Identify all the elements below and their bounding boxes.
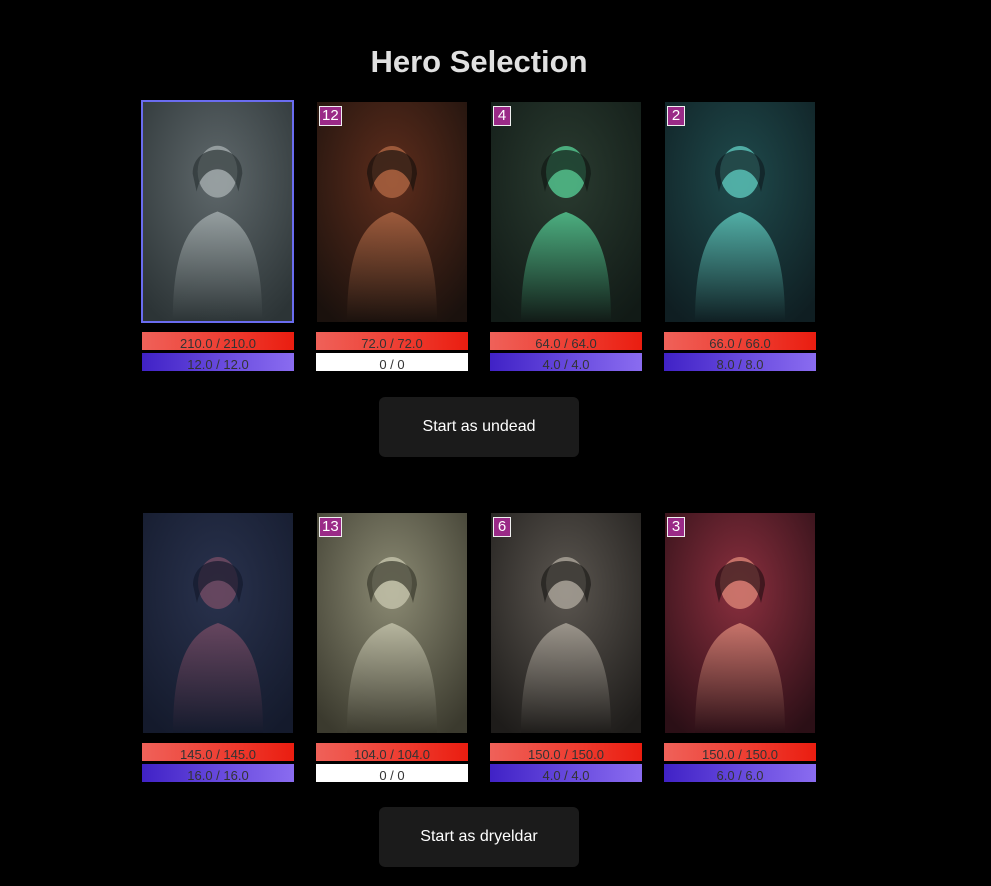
level-badge: 3 bbox=[667, 517, 685, 537]
start-as-dryeldar-button[interactable]: Start as dryeldar bbox=[379, 807, 579, 867]
mana-bar: 12.0 / 12.0 bbox=[142, 353, 294, 371]
hero-portrait[interactable] bbox=[142, 512, 294, 734]
page-title: Hero Selection bbox=[370, 44, 588, 79]
level-badge: 2 bbox=[667, 106, 685, 126]
mana-bar: 0 / 0 bbox=[316, 353, 468, 371]
hero-artwork bbox=[143, 513, 293, 733]
hero-portrait[interactable]: 13 bbox=[316, 512, 468, 734]
health-bar: 150.0 / 150.0 bbox=[490, 743, 642, 761]
hero-portrait[interactable]: 3 bbox=[664, 512, 816, 734]
mana-bar: 4.0 / 4.0 bbox=[490, 764, 642, 782]
health-bar: 210.0 / 210.0 bbox=[142, 332, 294, 350]
hero-artwork bbox=[491, 513, 641, 733]
hero-selection-screen: Hero Selection 210.0 / 210.0 12.0 / 12.0… bbox=[0, 0, 991, 886]
hero-portrait[interactable]: 6 bbox=[490, 512, 642, 734]
hero-artwork bbox=[317, 513, 467, 733]
health-bar: 145.0 / 145.0 bbox=[142, 743, 294, 761]
mana-bar: 0 / 0 bbox=[316, 764, 468, 782]
hero-portrait[interactable] bbox=[141, 100, 294, 323]
hero-artwork bbox=[143, 102, 292, 321]
start-as-undead-button[interactable]: Start as undead bbox=[379, 397, 579, 457]
mana-bar: 4.0 / 4.0 bbox=[490, 353, 642, 371]
hero-portrait[interactable]: 12 bbox=[316, 101, 468, 323]
mana-bar: 16.0 / 16.0 bbox=[142, 764, 294, 782]
hero-artwork bbox=[665, 102, 815, 322]
level-badge: 12 bbox=[319, 106, 342, 126]
health-bar: 104.0 / 104.0 bbox=[316, 743, 468, 761]
hero-artwork bbox=[665, 513, 815, 733]
level-badge: 6 bbox=[493, 517, 511, 537]
health-bar: 72.0 / 72.0 bbox=[316, 332, 468, 350]
hero-portrait[interactable]: 4 bbox=[490, 101, 642, 323]
hero-artwork bbox=[317, 102, 467, 322]
hero-portrait[interactable]: 2 bbox=[664, 101, 816, 323]
health-bar: 150.0 / 150.0 bbox=[664, 743, 816, 761]
mana-bar: 8.0 / 8.0 bbox=[664, 353, 816, 371]
health-bar: 64.0 / 64.0 bbox=[490, 332, 642, 350]
hero-artwork bbox=[491, 102, 641, 322]
health-bar: 66.0 / 66.0 bbox=[664, 332, 816, 350]
level-badge: 4 bbox=[493, 106, 511, 126]
mana-bar: 6.0 / 6.0 bbox=[664, 764, 816, 782]
level-badge: 13 bbox=[319, 517, 342, 537]
